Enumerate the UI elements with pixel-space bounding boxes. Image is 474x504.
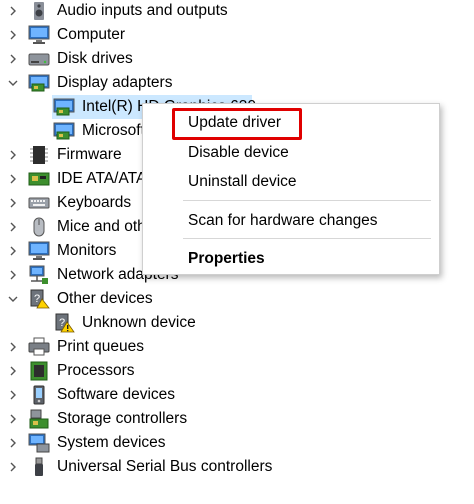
update-driver-highlight-box xyxy=(172,108,302,140)
tree-item-label: Display adapters xyxy=(57,74,173,91)
chevron-right-icon[interactable] xyxy=(8,6,18,16)
other-devices-icon: ? xyxy=(28,289,50,309)
menu-item-label: Scan for hardware changes xyxy=(188,212,378,229)
processor-icon xyxy=(28,361,50,381)
chevron-right-icon[interactable] xyxy=(8,366,18,376)
tree-item-label: Print queues xyxy=(57,338,145,355)
keyboard-icon xyxy=(28,193,50,213)
monitor-icon xyxy=(28,241,50,261)
display-adapter-icon xyxy=(28,73,50,93)
tree-item-label: Monitors xyxy=(57,242,117,259)
chevron-right-icon[interactable] xyxy=(8,174,18,184)
chevron-right-icon[interactable] xyxy=(8,198,18,208)
network-adapter-icon xyxy=(28,265,50,285)
tree-item-label: Unknown device xyxy=(82,314,196,331)
menu-separator xyxy=(183,200,431,201)
chevron-right-icon[interactable] xyxy=(8,30,18,40)
tree-item-label: System devices xyxy=(57,434,166,451)
menu-item-scan-hardware[interactable]: Scan for hardware changes xyxy=(143,207,439,235)
tree-item-label: Disk drives xyxy=(57,50,133,67)
usb-icon xyxy=(28,457,50,477)
chevron-right-icon[interactable] xyxy=(8,342,18,352)
chevron-right-icon[interactable] xyxy=(8,222,18,232)
chevron-right-icon[interactable] xyxy=(8,462,18,472)
software-device-icon xyxy=(28,385,50,405)
menu-item-label: Uninstall device xyxy=(188,173,297,190)
menu-item-label: Properties xyxy=(188,250,265,267)
system-devices-icon xyxy=(28,433,50,453)
disk-drive-icon xyxy=(28,49,50,69)
tree-item-label: Software devices xyxy=(57,386,176,403)
firmware-chip-icon xyxy=(28,145,50,165)
menu-item-disable-device[interactable]: Disable device xyxy=(143,139,439,167)
chevron-down-icon[interactable] xyxy=(8,294,18,304)
speaker-icon xyxy=(28,1,50,21)
printer-icon xyxy=(28,337,50,357)
tree-item-label: Computer xyxy=(57,26,126,43)
computer-monitor-icon xyxy=(28,25,50,45)
tree-item-label: Storage controllers xyxy=(57,410,188,427)
tree-item-label: Keyboards xyxy=(57,194,132,211)
chevron-down-icon[interactable] xyxy=(8,78,18,88)
menu-separator xyxy=(183,238,431,239)
menu-item-uninstall-device[interactable]: Uninstall device xyxy=(143,168,439,196)
chevron-right-icon[interactable] xyxy=(8,270,18,280)
mouse-icon xyxy=(28,217,50,237)
unknown-device-warning-icon: ? xyxy=(53,313,75,333)
chevron-right-icon[interactable] xyxy=(8,390,18,400)
ide-controller-icon xyxy=(28,169,50,189)
chevron-right-icon[interactable] xyxy=(8,414,18,424)
menu-item-label: Disable device xyxy=(188,144,289,161)
storage-controller-icon xyxy=(28,409,50,429)
tree-item-label: Processors xyxy=(57,362,135,379)
svg-text:?: ? xyxy=(34,293,40,305)
tree-item-label: Firmware xyxy=(57,146,122,163)
display-adapter-icon xyxy=(53,97,75,117)
tree-item-label: Audio inputs and outputs xyxy=(57,2,228,19)
chevron-right-icon[interactable] xyxy=(8,54,18,64)
tree-item-label: Other devices xyxy=(57,290,153,307)
tree-item-label: Universal Serial Bus controllers xyxy=(57,458,273,475)
display-adapter-icon xyxy=(53,121,75,141)
menu-item-properties[interactable]: Properties xyxy=(143,245,439,273)
chevron-right-icon[interactable] xyxy=(8,150,18,160)
chevron-right-icon[interactable] xyxy=(8,246,18,256)
chevron-right-icon[interactable] xyxy=(8,438,18,448)
